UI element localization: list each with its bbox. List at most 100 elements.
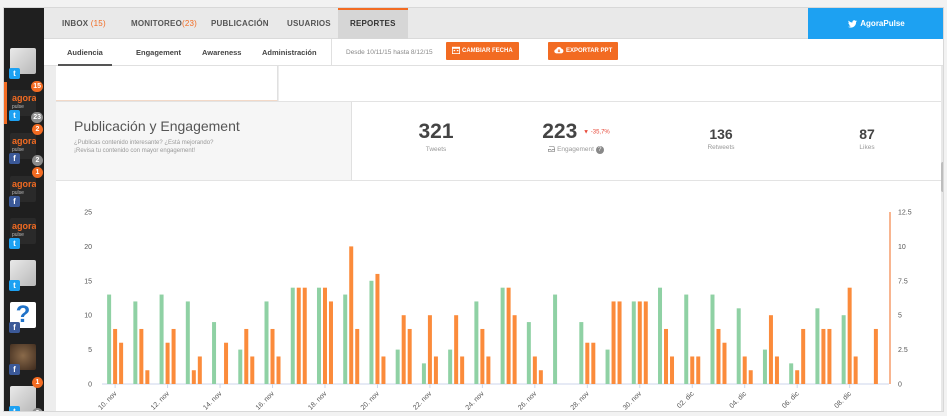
stat-tweets: 321 Tweets (411, 120, 461, 153)
chart-bar-series-2 (139, 328, 144, 384)
scrollbar-thumb[interactable] (941, 162, 943, 192)
date-range-text: Desde 10/11/15 hasta 8/12/15 (346, 49, 433, 56)
export-ppt-button[interactable]: EXPORTAR PPT (548, 42, 619, 60)
stat-engagement: 223 ▼ -35,7% Engagement ? (528, 120, 624, 154)
active-account-indicator (4, 82, 7, 124)
subtab-awareness[interactable]: Awareness (202, 39, 241, 66)
chart-bar-series-2 (480, 328, 485, 384)
change-date-button[interactable]: CAMBIAR FECHA (446, 42, 519, 60)
cloud-download-icon (554, 47, 564, 54)
x-tick-label: 12. nov (150, 390, 172, 412)
tab-publicacion[interactable]: PUBLICACIÓN (211, 8, 269, 39)
brand-button[interactable]: AgoraPulse (808, 8, 943, 39)
logo-text: agora (12, 221, 36, 231)
subtab-audiencia[interactable]: Audiencia (58, 39, 112, 66)
facebook-icon: f (9, 322, 20, 333)
x-tick-label: 04. dic (729, 390, 749, 410)
y-tick-right: 12.5 (898, 210, 912, 217)
retweets-label: Retweets (707, 144, 735, 151)
chart-bar-series-2 (270, 328, 275, 384)
chart-bar-series-2 (716, 328, 721, 384)
chart-bar-series-3 (512, 315, 517, 384)
chart-bar-series-3 (250, 356, 255, 384)
sidebar-account-4[interactable]: agora pulse f 1 (9, 167, 43, 207)
chart-bar-series-3 (407, 328, 412, 384)
y-tick-right: 7.5 (898, 278, 908, 285)
chart-bar-series-3 (460, 356, 465, 384)
subtab-administracion[interactable]: Administración (262, 39, 317, 66)
y-tick-right: 2.5 (898, 347, 908, 354)
section-subtitle: ¿Publicas contenido interesante? ¿Está m… (74, 140, 214, 146)
sidebar-account-9[interactable]: t 1 3 (9, 377, 43, 411)
chart-bar-series-3 (774, 356, 779, 384)
facebook-icon: f (9, 364, 20, 375)
scrollbar[interactable] (941, 66, 943, 411)
chart-bar-series-1 (500, 287, 505, 384)
subtab-engagement[interactable]: Engagement (136, 39, 181, 66)
chart-bar-series-2 (191, 370, 196, 384)
chart-bar-series-3 (197, 356, 202, 384)
chart-bar-series-2 (454, 315, 459, 384)
chart-bar-series-1 (448, 349, 453, 384)
sub-navigation: Audiencia Engagement Awareness Administr… (44, 39, 943, 66)
tweets-label: Tweets (425, 146, 447, 153)
y-tick-left: 0 (88, 382, 92, 389)
engagement-chart-panel: 0 5 10 15 20 25 0 2.5 5 7.5 10 12.5 10. nov 12. nov 14… (56, 180, 941, 412)
y-tick-right: 0 (898, 382, 902, 389)
sidebar-account-8[interactable]: f (9, 344, 38, 375)
x-tick-label: 20. nov (360, 390, 382, 412)
top-navigation: INBOX (15) MONITOREO(23) PUBLICACIÓN USU… (44, 8, 943, 39)
chart-bar-series-1 (238, 349, 243, 384)
chart-bar-series-2 (244, 328, 249, 384)
sidebar-account-5[interactable]: agora pulse t (9, 218, 38, 249)
chart-bar-series-1 (212, 322, 217, 384)
chart-bar-series-1 (421, 363, 426, 384)
engagement-bar-chart: 0 5 10 15 20 25 0 2.5 5 7.5 10 12.5 10. nov 12. nov 14… (84, 210, 912, 412)
previous-panel (56, 66, 278, 102)
calendar-icon (452, 47, 460, 55)
chart-bar-series-3 (801, 328, 806, 384)
chart-bar-series-1 (553, 294, 558, 384)
sidebar-account-1[interactable]: t (9, 48, 38, 79)
chart-bar-series-2 (401, 315, 406, 384)
chart-bar-series-3 (591, 342, 596, 384)
x-tick-label: 22. nov (412, 390, 434, 412)
chart-bar-series-3 (328, 301, 333, 384)
help-icon[interactable]: ? (595, 146, 604, 154)
chart-bar-series-1 (658, 287, 663, 384)
chart-bar-series-1 (579, 322, 584, 384)
chart-bar-series-3 (433, 356, 438, 384)
sidebar-account-7[interactable]: ? f (9, 302, 38, 333)
inbox-icon (548, 146, 556, 153)
tab-usuarios[interactable]: USUARIOS (287, 8, 331, 39)
tab-inbox[interactable]: INBOX (15) (62, 8, 106, 39)
notification-badge: 2 (32, 124, 43, 135)
notification-badge: 1 (32, 377, 43, 388)
divider (331, 39, 332, 66)
previous-panel-right (279, 66, 941, 102)
chart-bar-series-1 (736, 308, 741, 384)
chart-bar-series-1 (789, 363, 794, 384)
sidebar-account-2[interactable]: agora pulse t 15 23 (9, 81, 43, 123)
facebook-icon: f (9, 196, 20, 207)
sidebar-account-3[interactable]: agora pulse f 2 2 (9, 124, 43, 166)
tab-reportes[interactable]: REPORTES (338, 8, 408, 39)
logo-text: agora (12, 93, 36, 103)
chart-bar-series-1 (107, 294, 112, 384)
chart-bar-series-2 (322, 287, 327, 384)
tab-monitoreo[interactable]: MONITOREO(23) (131, 8, 197, 39)
chart-bar-series-1 (159, 294, 164, 384)
twitter-icon: t (9, 68, 20, 79)
engagement-delta: ▼ -35,7% (583, 129, 610, 136)
sidebar-account-6[interactable]: t (9, 260, 38, 291)
chart-bar-series-3 (538, 370, 543, 384)
notification-badge: 1 (32, 167, 43, 178)
chart-bar-series-3 (302, 287, 307, 384)
chart-bar-series-2 (532, 356, 537, 384)
x-tick-label: 18. nov (307, 390, 329, 412)
chart-bar-series-3 (670, 356, 675, 384)
chart-bar-series-3 (145, 370, 150, 384)
x-tick-label: 28. nov (570, 390, 592, 412)
y-tick-left: 5 (88, 347, 92, 354)
chart-bar-series-2 (113, 328, 118, 384)
